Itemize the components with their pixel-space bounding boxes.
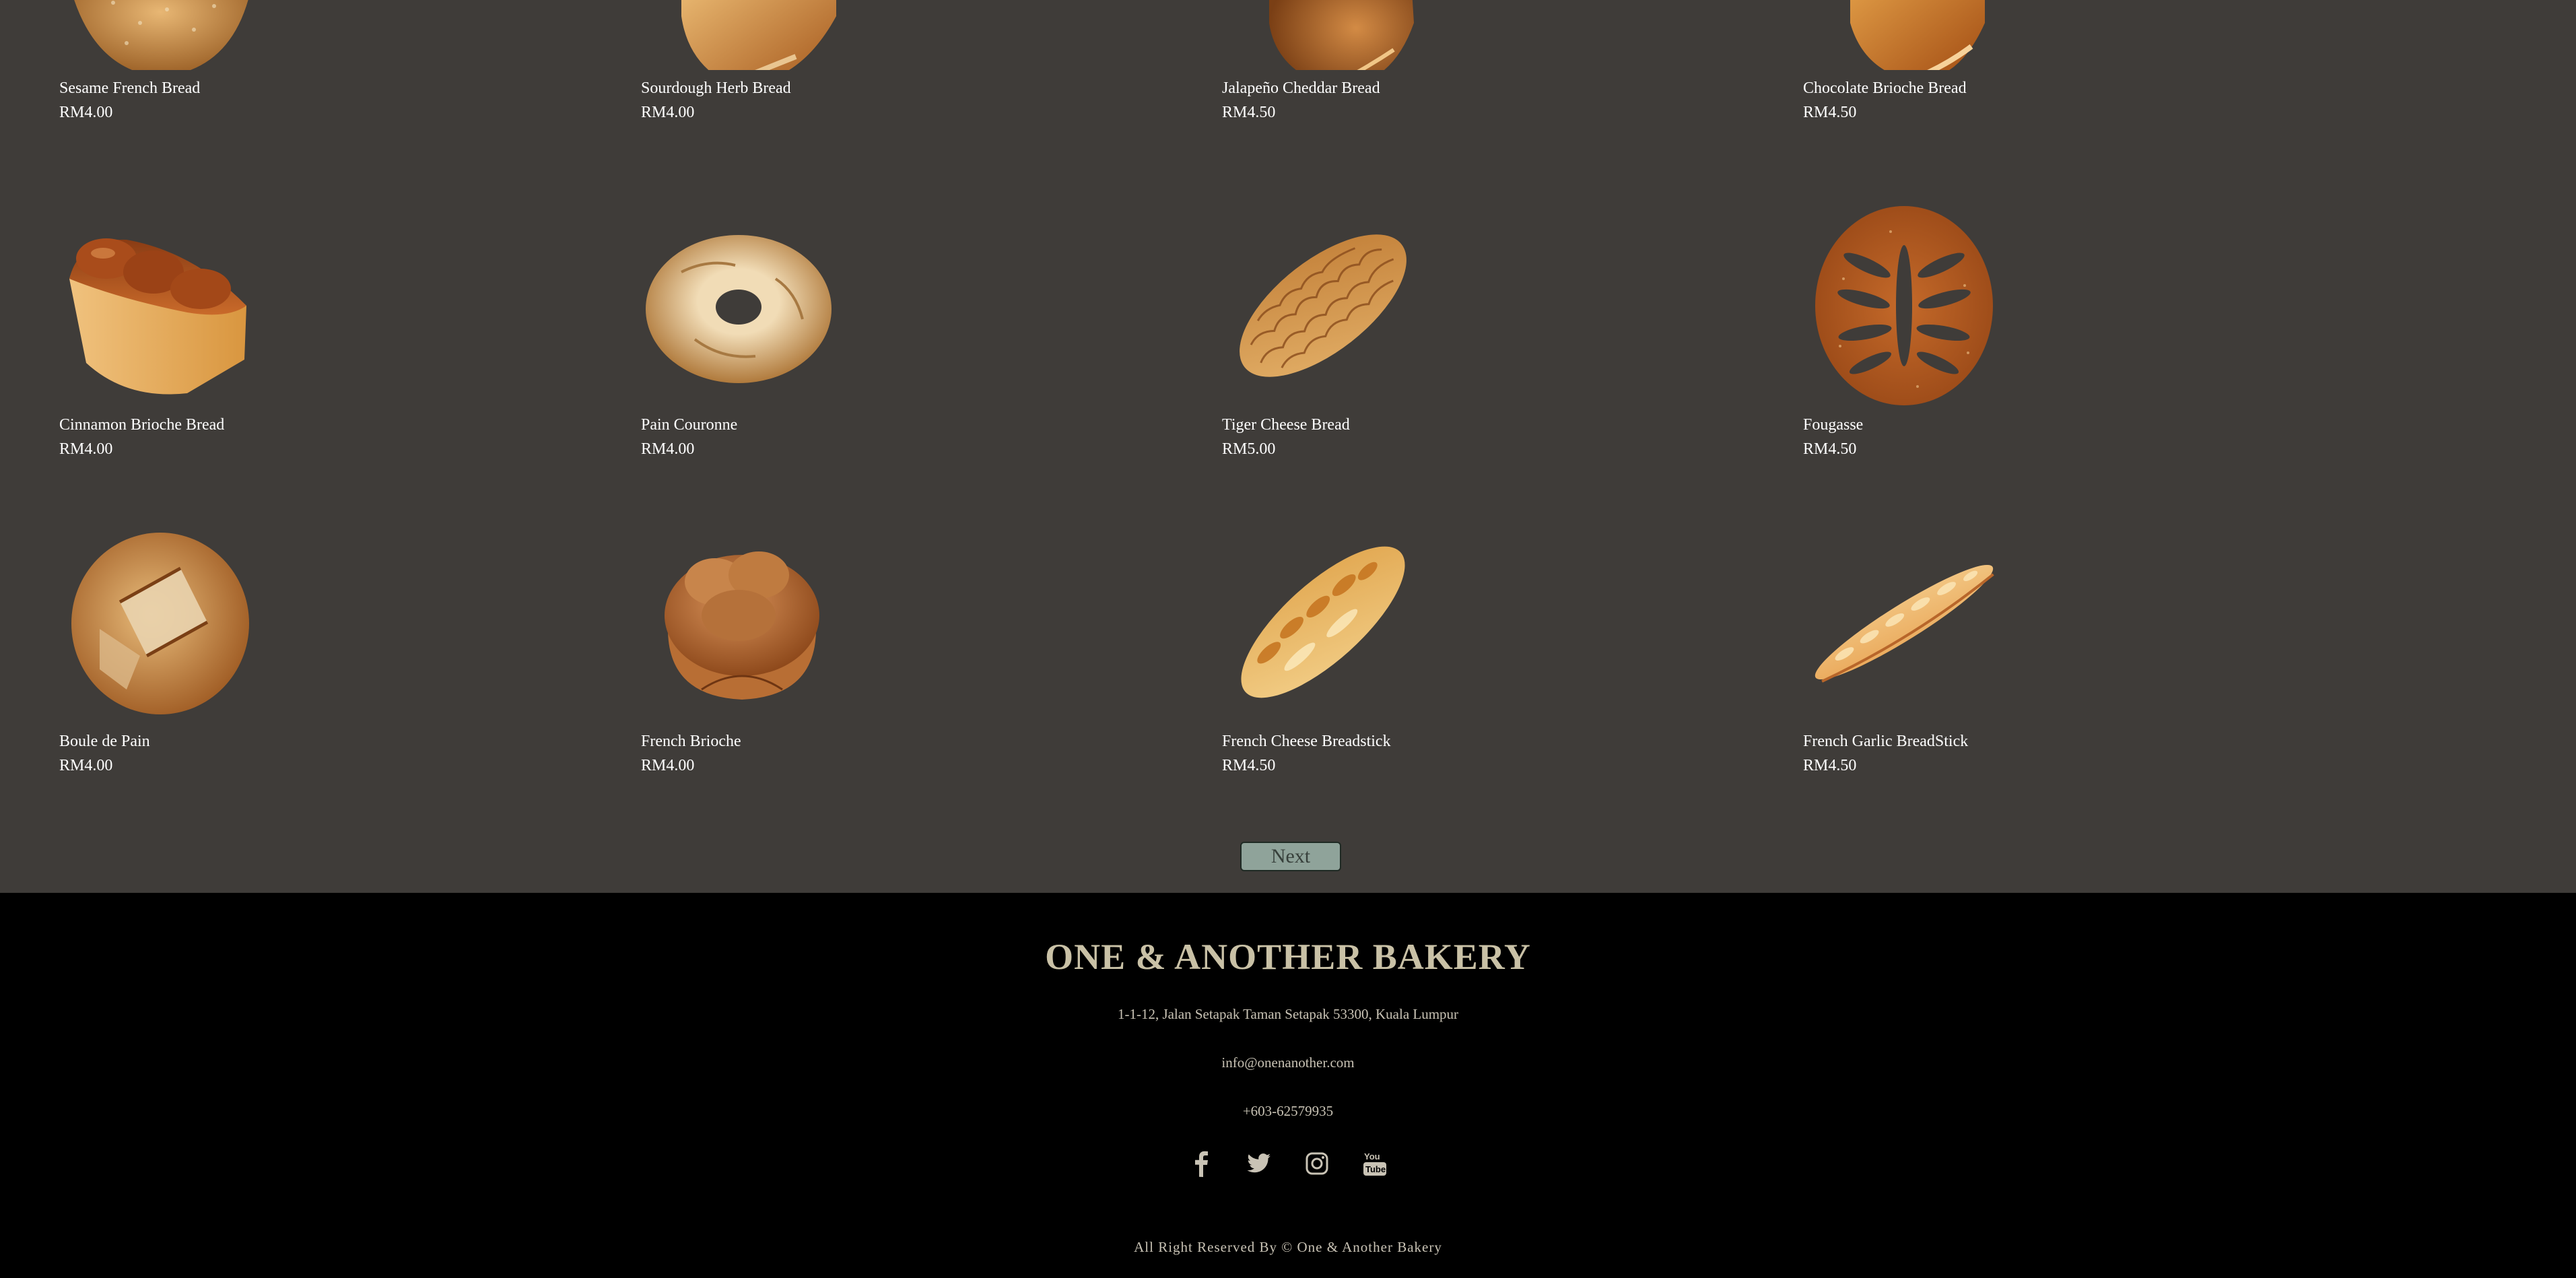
product-name[interactable]: Boule de Pain (59, 733, 150, 751)
product-name[interactable]: Tiger Cheese Bread (1222, 416, 1350, 434)
product-price: RM4.50 (1803, 104, 1857, 121)
sesame-french-bread-image[interactable] (59, 0, 261, 70)
french-brioche-image[interactable] (641, 521, 843, 723)
site-footer: ONE & ANOTHER BAKERY 1-1-12, Jalan Setap… (0, 893, 2576, 1278)
product-price: RM4.00 (59, 757, 113, 774)
footer-email[interactable]: info@onenanother.com (0, 1054, 2576, 1071)
product-name[interactable]: Fougasse (1803, 416, 1863, 434)
product-price: RM4.00 (641, 440, 695, 458)
fougasse-image[interactable] (1803, 205, 2005, 407)
product-name[interactable]: French Brioche (641, 733, 741, 751)
cinnamon-brioche-bread-image[interactable] (59, 205, 261, 407)
product-price: RM4.50 (1803, 440, 1857, 458)
page: Sesame French Bread RM4.00 Sourdough Her… (0, 0, 2576, 1278)
footer-address: 1-1-12, Jalan Setapak Taman Setapak 5330… (1117, 1006, 1459, 1022)
twitter-icon[interactable] (1243, 1147, 1275, 1180)
product-price: RM5.00 (1222, 440, 1276, 458)
chocolate-brioche-bread-image[interactable] (1803, 0, 2005, 70)
product-name[interactable]: Jalapeño Cheddar Bread (1222, 79, 1380, 98)
footer-brand: ONE & ANOTHER BAKERY (1045, 937, 1531, 977)
social-links: You Tube (0, 1147, 2576, 1184)
pain-couronne-image[interactable] (641, 205, 843, 407)
sourdough-herb-bread-image[interactable] (641, 0, 843, 70)
next-page-button[interactable]: Next (1240, 842, 1341, 871)
french-cheese-breadstick-image[interactable] (1222, 521, 1424, 723)
product-name[interactable]: French Cheese Breadstick (1222, 733, 1391, 751)
product-price: RM4.50 (1222, 104, 1276, 121)
product-name[interactable]: Pain Couronne (641, 416, 737, 434)
product-price: RM4.00 (641, 104, 695, 121)
product-price: RM4.50 (1222, 757, 1276, 774)
boule-de-pain-image[interactable] (59, 521, 261, 723)
jalapeno-cheddar-bread-image[interactable] (1222, 0, 1424, 70)
product-name[interactable]: Cinnamon Brioche Bread (59, 416, 224, 434)
product-name[interactable]: Chocolate Brioche Bread (1803, 79, 1967, 98)
youtube-icon[interactable]: You Tube (1359, 1147, 1391, 1180)
tiger-cheese-bread-image[interactable] (1222, 205, 1424, 407)
french-garlic-breadstick-image[interactable] (1803, 521, 2005, 723)
product-price: RM4.00 (59, 440, 113, 458)
product-grid: Sesame French Bread RM4.00 Sourdough Her… (0, 0, 2576, 893)
svg-text:You: You (1364, 1151, 1380, 1162)
footer-phone: +603-62579935 (1242, 1103, 1334, 1119)
instagram-icon[interactable] (1301, 1147, 1333, 1180)
footer-copyright: All Right Reserved By © One & Another Ba… (1134, 1239, 1442, 1255)
product-name[interactable]: Sesame French Bread (59, 79, 200, 98)
product-name[interactable]: French Garlic BreadStick (1803, 733, 1968, 751)
product-price: RM4.00 (641, 757, 695, 774)
product-price: RM4.00 (59, 104, 113, 121)
facebook-icon[interactable] (1185, 1147, 1217, 1180)
product-name[interactable]: Sourdough Herb Bread (641, 79, 791, 98)
product-price: RM4.50 (1803, 757, 1857, 774)
svg-text:Tube: Tube (1365, 1164, 1386, 1174)
